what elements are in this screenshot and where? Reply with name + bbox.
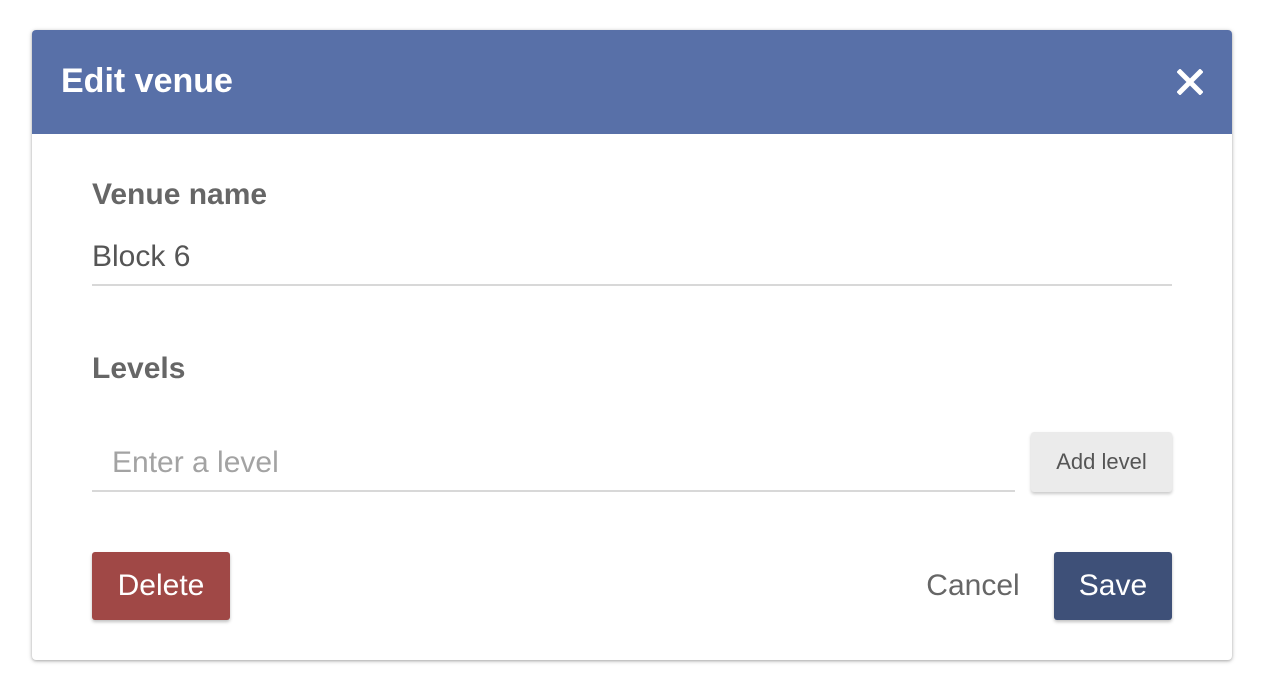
cancel-button[interactable]: Cancel — [908, 552, 1038, 620]
close-button[interactable] — [1166, 58, 1214, 106]
venue-name-input[interactable] — [92, 230, 1172, 286]
close-icon — [1177, 69, 1203, 95]
dialog-header: Edit venue — [32, 30, 1232, 134]
add-level-button[interactable]: Add level — [1031, 432, 1172, 492]
levels-label: Levels — [92, 352, 186, 385]
dialog-title: Edit venue — [61, 62, 233, 100]
edit-venue-dialog: Edit venue Venue name Levels Add level D… — [32, 30, 1232, 660]
level-input[interactable] — [92, 436, 1015, 492]
venue-name-label: Venue name — [92, 178, 268, 211]
delete-button[interactable]: Delete — [92, 552, 230, 620]
save-button[interactable]: Save — [1054, 552, 1172, 620]
